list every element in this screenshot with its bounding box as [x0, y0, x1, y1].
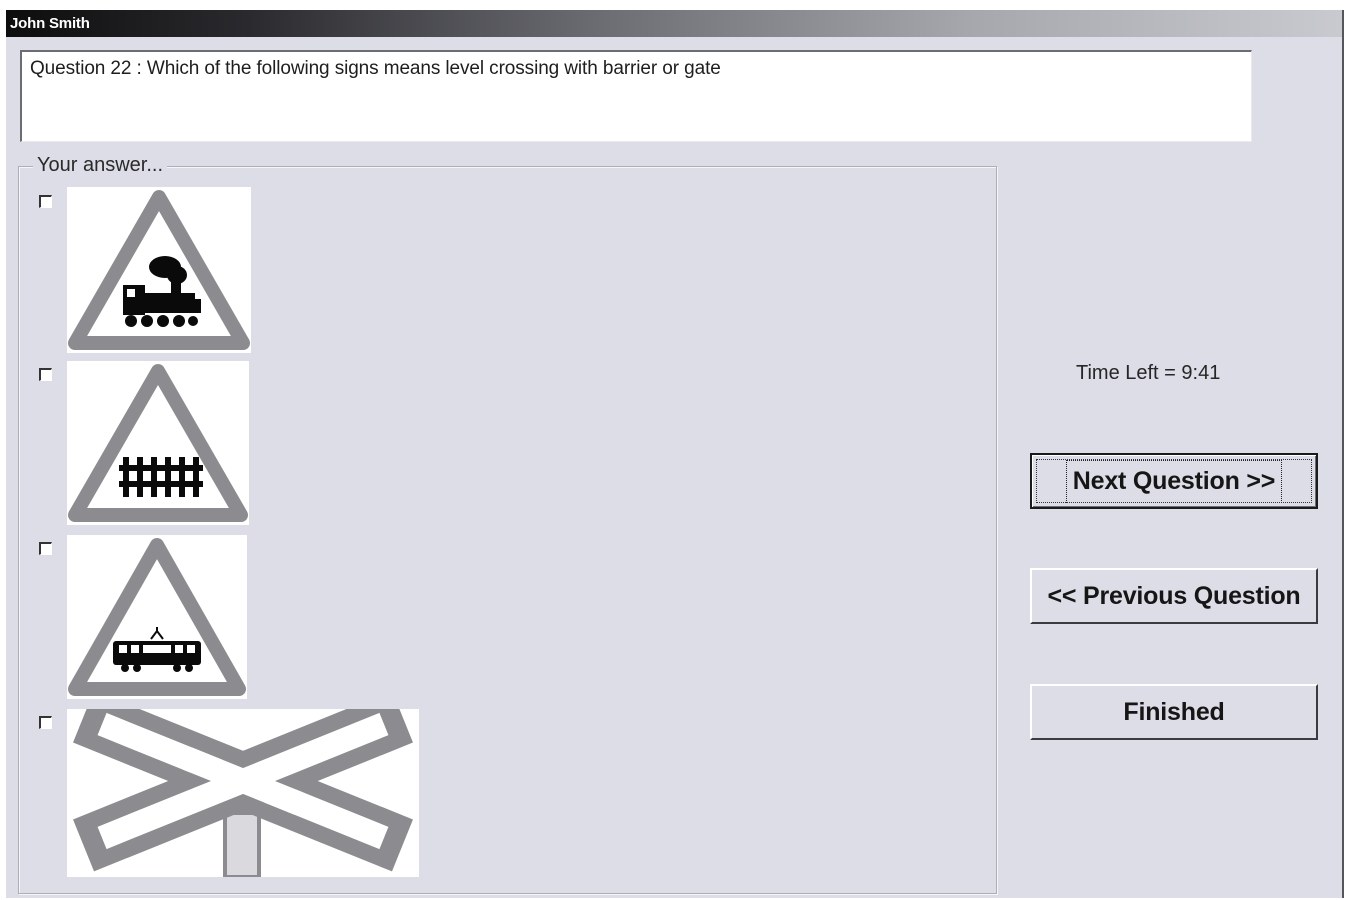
answer-checkbox-3[interactable] [39, 542, 52, 555]
answer-checkbox-1[interactable] [39, 195, 52, 208]
question-box: Question 22 : Which of the following sig… [20, 50, 1252, 142]
quiz-window: John Smith Question 22 : Which of the fo… [6, 10, 1344, 898]
saint-andrews-cross-sign-icon [67, 709, 419, 877]
tram-sign-icon [67, 535, 247, 699]
steam-train-sign-icon [67, 187, 251, 353]
finished-button[interactable]: Finished [1030, 684, 1318, 740]
time-left-label: Time Left = 9:41 [1076, 362, 1221, 384]
level-crossing-gate-sign-icon [67, 361, 249, 525]
previous-question-label: << Previous Question [1047, 581, 1301, 610]
next-question-label: Next Question >> [1065, 459, 1283, 503]
answer-group-legend: Your answer... [33, 154, 168, 177]
answer-group: Your answer... [18, 154, 997, 894]
previous-question-button[interactable]: << Previous Question [1030, 568, 1318, 624]
answer-checkbox-2[interactable] [39, 368, 52, 381]
answer-checkbox-4[interactable] [39, 716, 52, 729]
title-bar: John Smith [6, 10, 1342, 37]
next-question-button[interactable]: Next Question >> [1030, 453, 1318, 509]
finished-label: Finished [1123, 697, 1225, 726]
question-text: Question 22 : Which of the following sig… [30, 58, 721, 79]
window-title: John Smith [10, 15, 90, 32]
